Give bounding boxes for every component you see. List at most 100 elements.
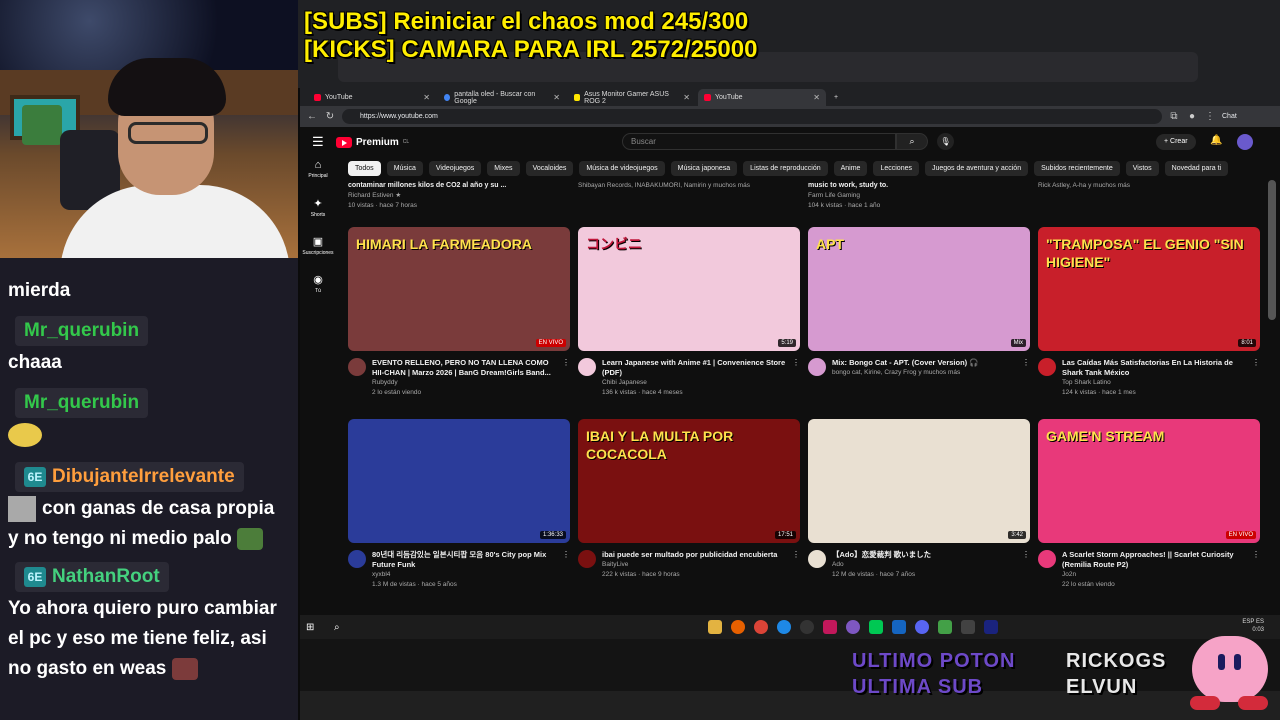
chip-9[interactable]: Lecciones — [873, 161, 919, 176]
more-options-icon[interactable]: ⋮ — [1252, 358, 1260, 398]
video-title[interactable]: Learn Japanese with Anime #1 | Convenien… — [602, 358, 786, 378]
video-channel[interactable]: Farm Life Gaming — [808, 191, 1030, 201]
video-title[interactable]: 80년대 리듬감있는 일본시티팝 모음 80's City pop Mix Fu… — [372, 550, 556, 570]
tab-youtube-active[interactable]: YouTube ✕ — [698, 89, 826, 106]
back-icon[interactable]: ← — [306, 111, 318, 122]
chip-6[interactable]: Música japonesa — [670, 161, 738, 176]
reload-icon[interactable]: ↻ — [324, 111, 336, 122]
chip-0[interactable]: Todos — [348, 161, 381, 176]
chrome-icon[interactable] — [754, 620, 768, 634]
extensions-icon[interactable]: ⧉ — [1168, 111, 1180, 122]
chip-3[interactable]: Mixes — [487, 161, 520, 176]
tab-youtube[interactable]: YouTube ✕ — [308, 89, 436, 106]
video-title[interactable]: Mix: Bongo Cat - APT. (Cover Version) 🎧 — [832, 358, 1016, 368]
app-icon[interactable] — [846, 620, 860, 634]
chip-4[interactable]: Vocaloides — [525, 161, 574, 176]
profile-icon[interactable]: ● — [1186, 111, 1198, 122]
video-title[interactable]: Las Caídas Más Satisfactorias En La Hist… — [1062, 358, 1246, 378]
video-title[interactable]: 【Ado】恋愛裁判 歌いました — [832, 550, 1016, 560]
menu-dots-icon[interactable]: ⋮ — [1204, 111, 1216, 122]
close-tab-icon[interactable]: ✕ — [683, 93, 690, 102]
video-thumbnail[interactable]: 1:36:33 — [348, 419, 570, 543]
scrollbar[interactable] — [1268, 180, 1276, 320]
video-title[interactable]: ibai puede ser multado por publicidad en… — [602, 550, 786, 560]
sidebar-item-home[interactable]: ⌂ Principal — [300, 159, 336, 197]
chip-8[interactable]: Anime — [833, 161, 868, 176]
chip-2[interactable]: Videojuegos — [428, 161, 482, 176]
notion-icon[interactable] — [984, 620, 998, 634]
sidebar-item-shorts[interactable]: ✦ Shorts — [300, 197, 336, 235]
new-tab-button[interactable]: + — [828, 89, 844, 106]
chip-1[interactable]: Música — [386, 161, 423, 176]
avatar[interactable] — [1237, 134, 1253, 150]
video-channel[interactable]: Richard Estiven ★ — [348, 191, 570, 201]
video-card[interactable]: コンビニ 5:19 Learn Japanese with Anime #1 | C… — [578, 227, 800, 398]
video-card[interactable]: 1:36:33 80년대 리듬감있는 일본시티팝 모음 80's City pop… — [348, 419, 570, 590]
chat-username[interactable]: Mr_querubin — [15, 316, 149, 346]
search-input[interactable]: Buscar — [622, 133, 896, 150]
valorant-icon[interactable] — [823, 620, 837, 634]
chat-username[interactable]: 6E NathanRoot — [15, 562, 169, 592]
video-channel[interactable]: xyxbl4 — [372, 570, 556, 580]
windows-start-icon[interactable]: ⊞ — [306, 622, 320, 633]
video-thumbnail[interactable]: IBAI Y LA MULTA POR COCACOLA 17:51 — [578, 419, 800, 543]
channel-avatar[interactable] — [1038, 358, 1056, 376]
close-tab-icon[interactable]: ✕ — [813, 93, 820, 102]
close-tab-icon[interactable]: ✕ — [423, 93, 430, 102]
video-title[interactable]: music to work, study to. — [808, 181, 1030, 191]
video-thumbnail[interactable]: APT Mix — [808, 227, 1030, 351]
tab-asus[interactable]: Asus Monitor Gamer ASUS ROG 2 ✕ — [568, 89, 696, 106]
video-title[interactable]: contaminar millones kilos de CO2 al año … — [348, 181, 570, 191]
create-button[interactable]: + Crear — [1156, 134, 1196, 150]
file-explorer-icon[interactable] — [708, 620, 722, 634]
media-player-icon[interactable] — [938, 620, 952, 634]
chat-username[interactable]: 6E DibujanteIrrelevante — [15, 462, 244, 492]
channel-avatar[interactable] — [348, 550, 366, 568]
close-tab-icon[interactable]: ✕ — [553, 93, 560, 102]
partial-video-card[interactable]: contaminar millones kilos de CO2 al año … — [348, 181, 570, 221]
channel-avatar[interactable] — [578, 358, 596, 376]
microphone-icon[interactable]: 🎙 — [937, 133, 954, 150]
video-card[interactable]: "TRAMPOSA" EL GENIO "SIN HIGIENE" 8:01 Las… — [1038, 227, 1260, 398]
video-channel[interactable]: Jo2n — [1062, 570, 1246, 580]
video-channel[interactable]: Ado — [832, 560, 1016, 570]
kick-icon[interactable] — [869, 620, 883, 634]
video-channel[interactable]: Top Shark Latino — [1062, 378, 1246, 388]
video-card[interactable]: APT Mix Mix: Bongo Cat - APT. (Cover Versi… — [808, 227, 1030, 398]
url-field[interactable]: https://www.youtube.com — [342, 109, 1162, 124]
video-card[interactable]: 3:42 【Ado】恋愛裁判 歌いました Ado 12 M de vistas · h… — [808, 419, 1030, 590]
channel-avatar[interactable] — [578, 550, 596, 568]
video-channel[interactable]: Shibayan Records, INABAKUMORI, Namirin y… — [578, 181, 800, 191]
chip-12[interactable]: Vistos — [1125, 161, 1159, 176]
partial-video-card[interactable]: Rick Astley, A-ha y muchos más — [1038, 181, 1260, 221]
sidebar-item-subscriptions[interactable]: ▣ Suscripciones — [300, 235, 336, 273]
terminal-icon[interactable] — [961, 620, 975, 634]
youtube-logo[interactable]: Premium CL — [336, 136, 409, 148]
video-channel[interactable]: Rick Astley, A-ha y muchos más — [1038, 181, 1260, 191]
chip-5[interactable]: Música de videojuegos — [579, 161, 665, 176]
sidebar-item-you[interactable]: ◉ Tú — [300, 273, 336, 311]
more-options-icon[interactable]: ⋮ — [792, 358, 800, 398]
hamburger-menu-icon[interactable]: ☰ — [312, 134, 326, 150]
search-icon[interactable]: ⌕ — [896, 133, 928, 150]
video-channel[interactable]: Rubyddy — [372, 378, 556, 388]
channel-avatar[interactable] — [1038, 550, 1056, 568]
chip-13[interactable]: Novedad para ti — [1164, 161, 1229, 176]
video-title[interactable]: EVENTO RELLENO, PERO NO TAN LLENA COMO H… — [372, 358, 556, 378]
video-thumbnail[interactable]: "TRAMPOSA" EL GENIO "SIN HIGIENE" 8:01 — [1038, 227, 1260, 351]
video-channel[interactable]: Chibi Japanese — [602, 378, 786, 388]
video-thumbnail[interactable]: 3:42 — [808, 419, 1030, 543]
partial-video-card[interactable]: music to work, study to. Farm Life Gaming… — [808, 181, 1030, 221]
video-card[interactable]: HIMARI LA FARMEADORA EN VIVO EVENTO RELLEN… — [348, 227, 570, 398]
tab-google[interactable]: pantalla oled - Buscar con Google ✕ — [438, 89, 566, 106]
channel-avatar[interactable] — [808, 358, 826, 376]
more-options-icon[interactable]: ⋮ — [792, 550, 800, 580]
video-thumbnail[interactable]: GAME'N STREAM EN VIVO — [1038, 419, 1260, 543]
channel-avatar[interactable] — [808, 550, 826, 568]
discord-icon[interactable] — [915, 620, 929, 634]
channel-avatar[interactable] — [348, 358, 366, 376]
chat-button[interactable]: Chat — [1222, 113, 1237, 120]
video-thumbnail[interactable]: コンビニ 5:19 — [578, 227, 800, 351]
more-options-icon[interactable]: ⋮ — [1252, 550, 1260, 590]
video-card[interactable]: IBAI Y LA MULTA POR COCACOLA 17:51 ibai pu… — [578, 419, 800, 590]
